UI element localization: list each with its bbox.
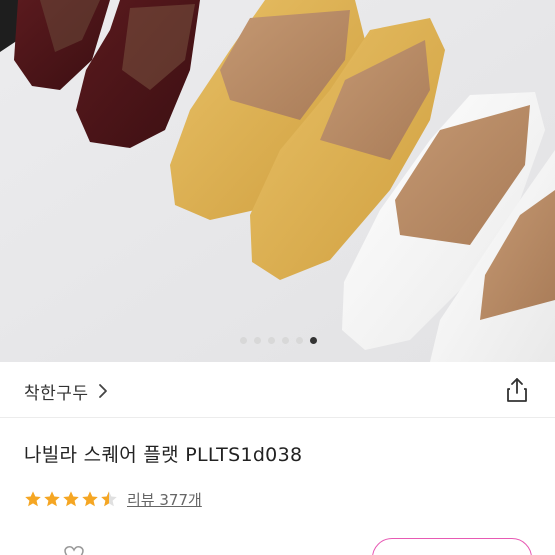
chevron-right-icon [98, 384, 107, 398]
star-rating [24, 490, 119, 508]
seller-row: 착한구두 [0, 362, 555, 418]
share-icon[interactable] [503, 376, 531, 404]
product-title: 나빌라 스퀘어 플랫 PLLTS1d038 [24, 444, 303, 466]
carousel-dot[interactable] [282, 337, 289, 344]
seller-link[interactable]: 착한구두 [24, 378, 109, 404]
action-button[interactable] [372, 538, 532, 555]
half-star-icon [101, 491, 117, 507]
carousel-dot[interactable] [296, 337, 303, 344]
product-photo-illustration [0, 0, 555, 362]
product-image[interactable] [0, 0, 555, 362]
carousel-dots[interactable] [0, 337, 555, 347]
heart-icon[interactable] [60, 545, 88, 555]
star-icon [82, 491, 98, 507]
seller-name[interactable]: 착한구두 [24, 379, 89, 404]
star-icon [25, 491, 41, 507]
carousel-dot[interactable] [268, 337, 275, 344]
carousel-dot[interactable] [254, 337, 261, 344]
carousel-dot[interactable] [240, 337, 247, 344]
star-icon [63, 491, 79, 507]
rating-row: 리뷰 377개 [24, 487, 202, 511]
review-count-link[interactable]: 리뷰 377개 [127, 489, 202, 510]
carousel-dot-active[interactable] [310, 337, 317, 344]
star-icon [44, 491, 60, 507]
